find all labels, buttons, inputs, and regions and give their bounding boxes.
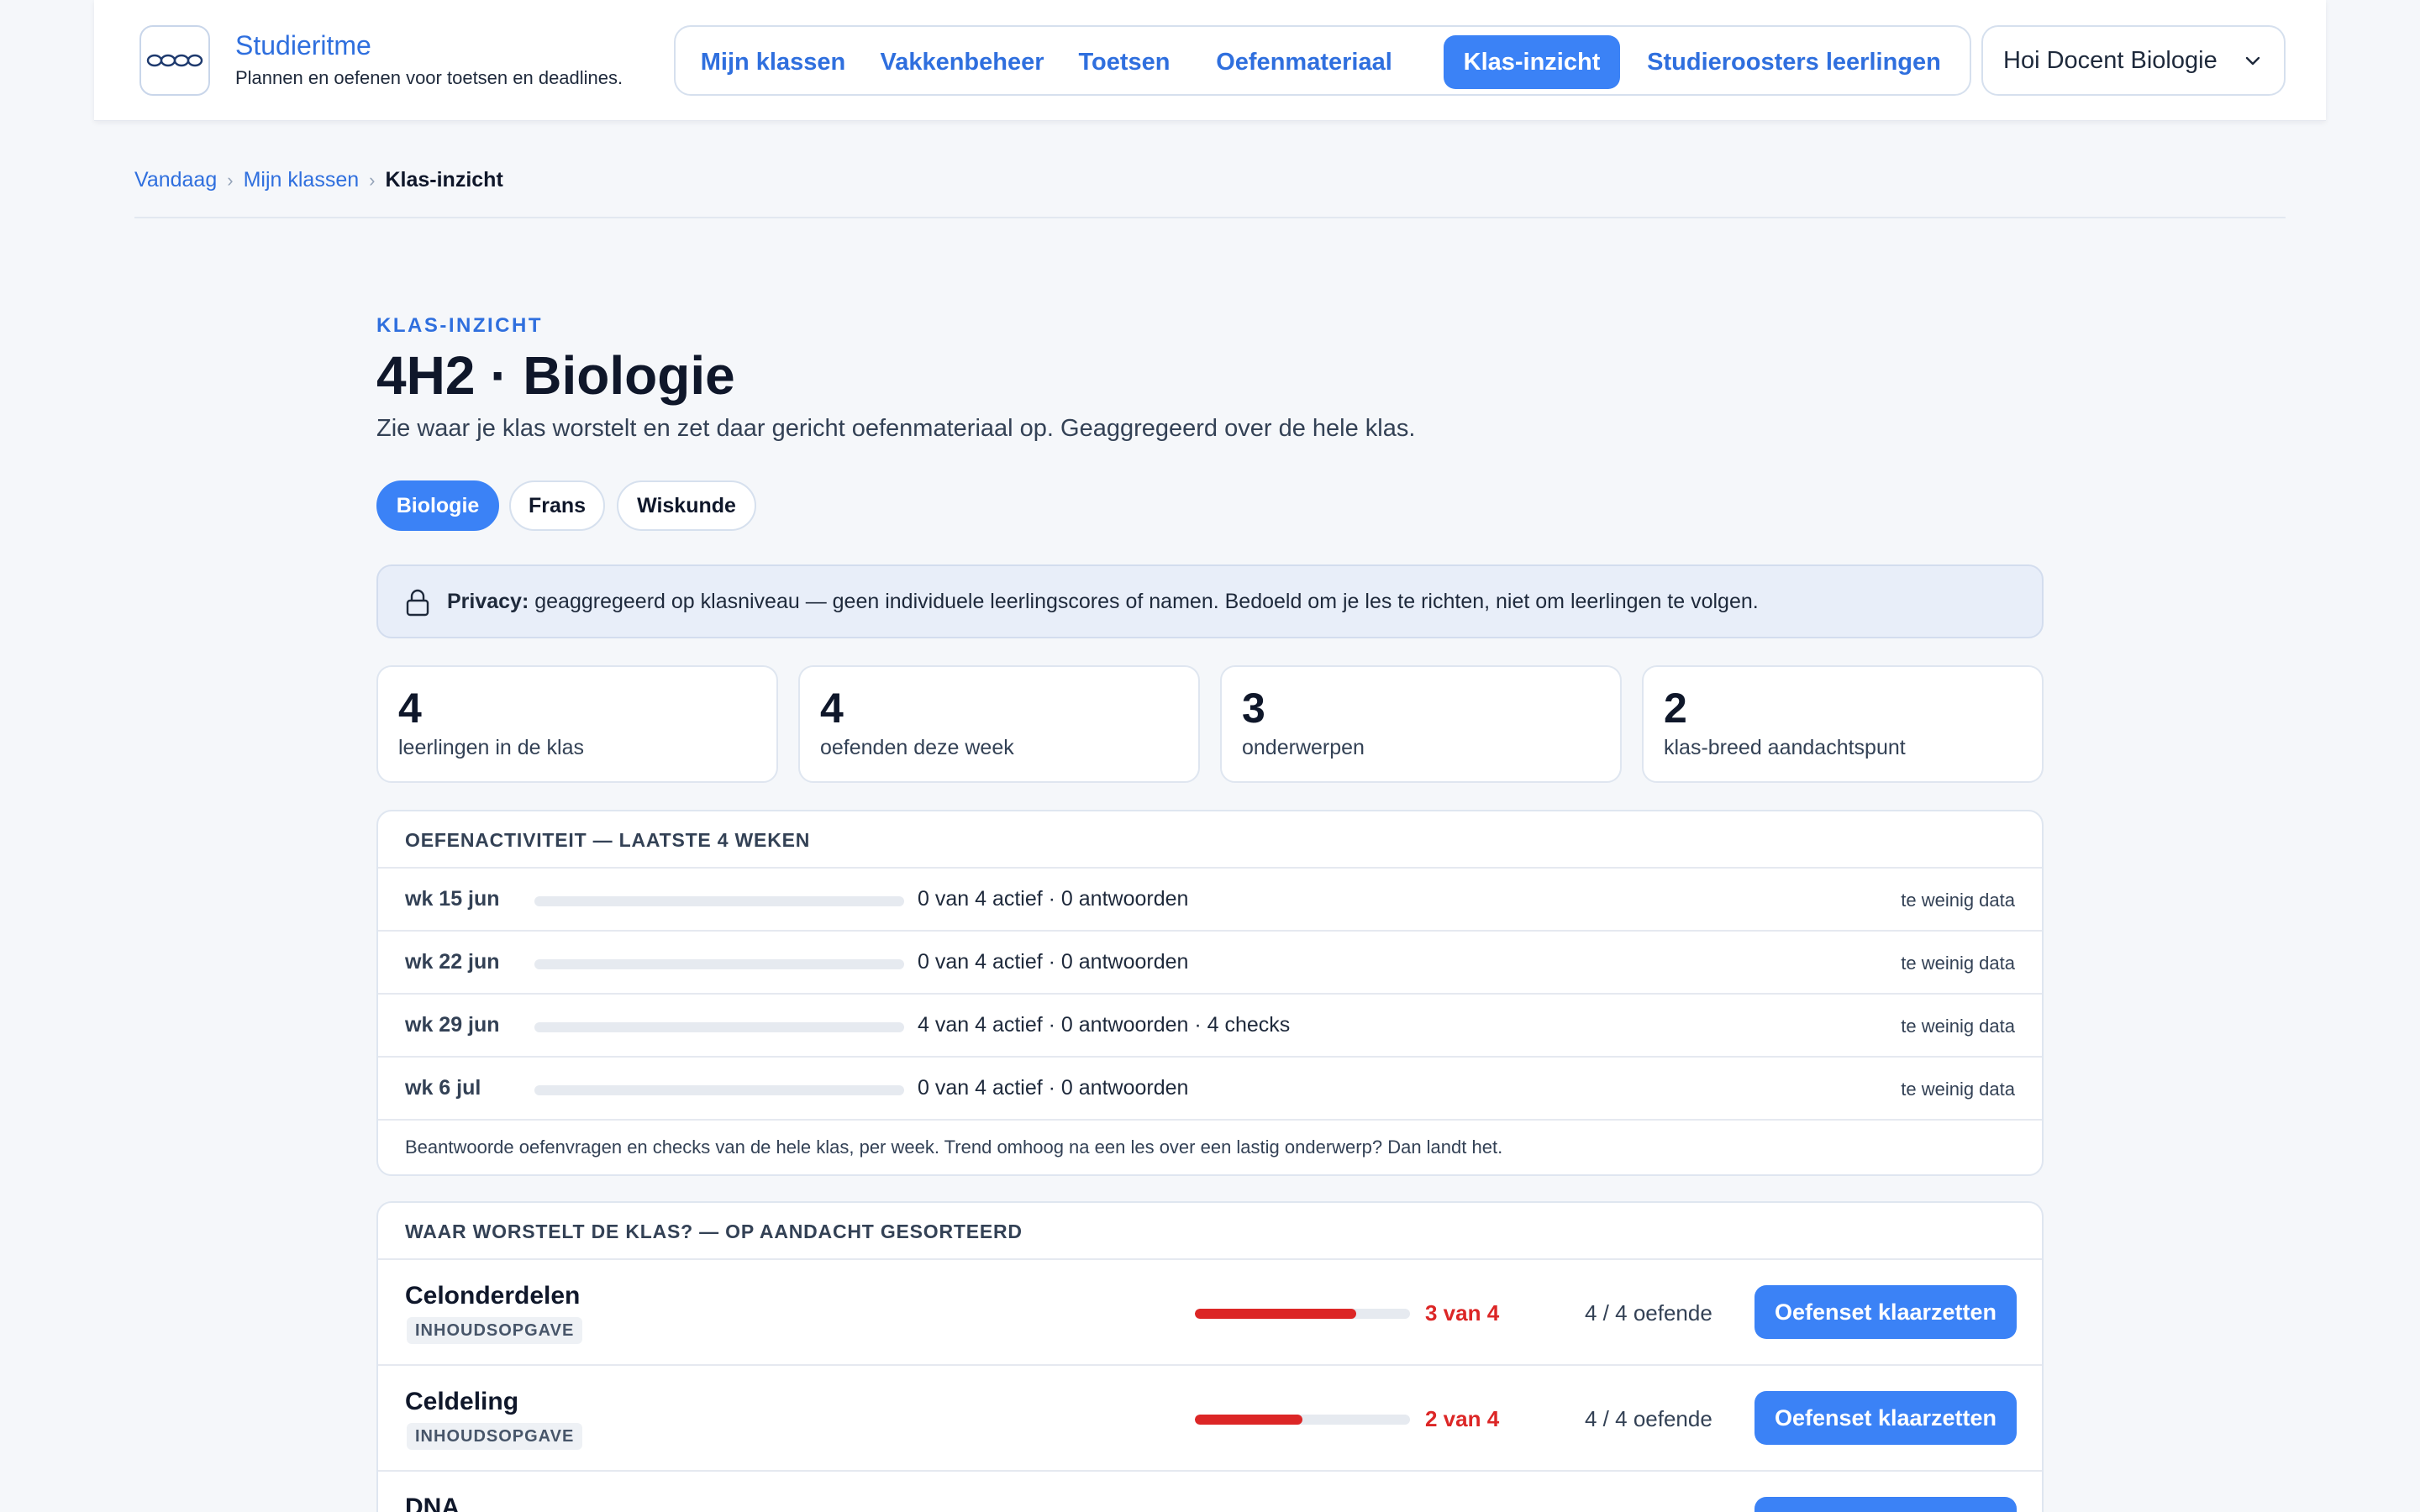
activity-row: wk 6 jul 0 van 4 actief · 0 antwoorden t…: [378, 1058, 2042, 1121]
page-subtitle: Zie waar je klas worstelt en zet daar ge…: [376, 415, 1416, 442]
main-nav: Mijn klassen Vakkenbeheer Toetsen Oefenm…: [674, 25, 1971, 96]
activity-row: wk 15 jun 0 van 4 actief · 0 antwoorden …: [378, 869, 2042, 932]
stat-label: leerlingen in de klas: [398, 736, 584, 759]
activity-week: wk 22 jun: [405, 950, 500, 974]
nav-item-klas-inzicht[interactable]: Klas-inzicht: [1444, 35, 1620, 89]
topic-struggle-count: 2 van 4: [1425, 1406, 1500, 1431]
activity-status: te weinig data: [1901, 1079, 2015, 1100]
topic-struggle-count: 3 van 4: [1425, 1300, 1500, 1326]
page-eyebrow: KLAS-INZICHT: [376, 314, 543, 337]
stat-card-attention: 2 klas-breed aandachtspunt: [1642, 665, 2044, 783]
stat-value: 2: [1664, 685, 1687, 732]
brand-name[interactable]: Studieritme: [235, 30, 371, 61]
activity-summary: 0 van 4 actief · 0 antwoorden: [918, 1076, 1189, 1100]
activity-footnote: Beantwoorde oefenvragen en checks van de…: [405, 1137, 1503, 1158]
activity-bar: [534, 1022, 904, 1032]
topic-bar: [1195, 1415, 1410, 1425]
topic-name: Celonderdelen: [405, 1282, 581, 1310]
topic-practiced: 4 / 4 oefende: [1585, 1300, 1712, 1326]
topic-tag: INHOUDSOPGAVE: [407, 1423, 583, 1450]
struggles-card: WAAR WORSTELT DE KLAS? — OP AANDACHT GES…: [376, 1201, 2044, 1512]
activity-title: OEFENACTIVITEIT — LAATSTE 4 WEKEN: [378, 811, 2042, 869]
page-title: 4H2 · Biologie: [376, 345, 735, 406]
logo[interactable]: [139, 25, 210, 96]
activity-week: wk 15 jun: [405, 887, 500, 911]
stat-value: 4: [820, 685, 844, 732]
privacy-notice: Privacy: geaggregeerd op klasniveau — ge…: [376, 564, 2044, 638]
privacy-body: geaggregeerd op klasniveau — geen indivi…: [534, 590, 1759, 613]
breadcrumb-mijn-klassen[interactable]: Mijn klassen: [244, 168, 360, 192]
nav-item-vakkenbeheer[interactable]: Vakkenbeheer: [871, 35, 1054, 89]
activity-bar: [534, 959, 904, 969]
stat-value: 4: [398, 685, 422, 732]
topic-bar: [1195, 1309, 1410, 1319]
prepare-practice-set-button[interactable]: Oefenset klaarzetten: [1754, 1497, 2017, 1512]
lock-icon: [406, 589, 429, 617]
breadcrumb-vandaag[interactable]: Vandaag: [134, 168, 217, 192]
breadcrumb-current: Klas-inzicht: [385, 168, 503, 192]
topic-bar-fill: [1195, 1415, 1302, 1425]
activity-status: te weinig data: [1901, 1016, 2015, 1037]
activity-row: wk 29 jun 4 van 4 actief · 0 antwoorden …: [378, 995, 2042, 1058]
brand-tagline: Plannen en oefenen voor toetsen en deadl…: [235, 67, 623, 88]
stat-card-practiced: 4 oefenden deze week: [798, 665, 1200, 783]
activity-status: te weinig data: [1901, 890, 2015, 911]
topic-row: DNA Oefenset klaarzetten: [378, 1472, 2042, 1512]
stat-label: klas-breed aandachtspunt: [1664, 736, 1906, 759]
activity-bar: [534, 896, 904, 906]
struggles-title: WAAR WORSTELT DE KLAS? — OP AANDACHT GES…: [378, 1203, 2042, 1260]
chevron-down-icon: [2245, 56, 2260, 66]
activity-summary: 0 van 4 actief · 0 antwoorden: [918, 950, 1189, 974]
activity-status: te weinig data: [1901, 953, 2015, 974]
subject-pill-biologie[interactable]: Biologie: [376, 480, 499, 531]
subject-pill-wiskunde[interactable]: Wiskunde: [617, 480, 756, 531]
stat-value: 3: [1242, 685, 1265, 732]
user-greeting: Hoi Docent Biologie: [2003, 47, 2217, 74]
breadcrumb-separator: ›: [227, 170, 234, 191]
activity-row: wk 22 jun 0 van 4 actief · 0 antwoorden …: [378, 932, 2042, 995]
stat-label: oefenden deze week: [820, 736, 1014, 759]
privacy-label: Privacy:: [447, 590, 529, 613]
user-menu[interactable]: Hoi Docent Biologie: [1981, 25, 2286, 96]
topic-bar-fill: [1195, 1309, 1356, 1319]
breadcrumb: Vandaag › Mijn klassen › Klas-inzicht: [134, 168, 503, 198]
topic-practiced: 4 / 4 oefende: [1585, 1406, 1712, 1431]
header-divider: [134, 217, 2286, 218]
page: Studieritme Plannen en oefenen voor toet…: [0, 0, 2420, 1512]
nav-item-studieroosters[interactable]: Studieroosters leerlingen: [1630, 35, 1958, 89]
subject-pill-frans[interactable]: Frans: [509, 480, 605, 531]
activity-week: wk 6 jul: [405, 1076, 481, 1100]
topic-row: Celdeling INHOUDSOPGAVE 2 van 4 4 / 4 oe…: [378, 1366, 2042, 1472]
prepare-practice-set-button[interactable]: Oefenset klaarzetten: [1754, 1285, 2017, 1339]
topic-tag: INHOUDSOPGAVE: [407, 1317, 583, 1344]
topic-name: Celdeling: [405, 1388, 519, 1415]
stat-card-students: 4 leerlingen in de klas: [376, 665, 778, 783]
activity-summary: 4 van 4 actief · 0 antwoorden · 4 checks: [918, 1013, 1291, 1037]
stat-label: onderwerpen: [1242, 736, 1365, 759]
nav-item-oefenmateriaal[interactable]: Oefenmateriaal: [1197, 35, 1412, 89]
breadcrumb-separator: ›: [369, 170, 376, 191]
nav-item-toetsen[interactable]: Toetsen: [1067, 35, 1181, 89]
top-bar: Studieritme Plannen en oefenen voor toet…: [94, 0, 2326, 121]
privacy-text: Privacy: geaggregeerd op klasniveau — ge…: [447, 590, 1759, 614]
wave-links-logo-icon: [146, 54, 203, 67]
prepare-practice-set-button[interactable]: Oefenset klaarzetten: [1754, 1391, 2017, 1445]
activity-week: wk 29 jun: [405, 1013, 500, 1037]
activity-summary: 0 van 4 actief · 0 antwoorden: [918, 887, 1189, 911]
activity-bar: [534, 1085, 904, 1095]
topic-row: Celonderdelen INHOUDSOPGAVE 3 van 4 4 / …: [378, 1260, 2042, 1366]
topic-name: DNA: [405, 1494, 460, 1512]
stat-card-topics: 3 onderwerpen: [1220, 665, 1622, 783]
activity-card: OEFENACTIVITEIT — LAATSTE 4 WEKEN wk 15 …: [376, 810, 2044, 1176]
nav-item-mijn-klassen[interactable]: Mijn klassen: [691, 35, 855, 89]
